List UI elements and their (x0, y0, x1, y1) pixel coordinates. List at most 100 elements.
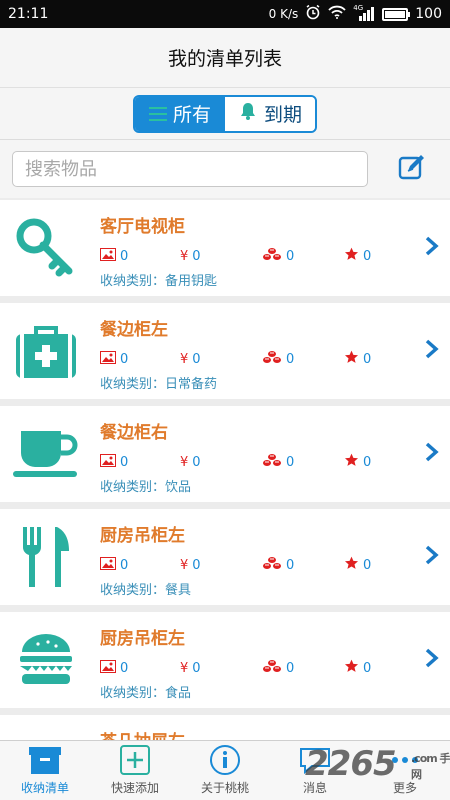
list-item[interactable]: 厨房吊柜左 0 ¥0 0 0 收纳类别：食品 (0, 612, 450, 708)
item-category: 收纳类别：日常备药 (100, 373, 217, 392)
category-prefix: 收纳类别： (100, 583, 166, 598)
list-item[interactable]: 餐边柜左 0 ¥0 0 0 收纳类别：日常备药 (0, 303, 450, 399)
star-icon (344, 556, 359, 574)
image-count-value: 0 (120, 454, 129, 470)
item-category: 收纳类别：饮品 (100, 476, 191, 495)
search-bar (0, 140, 450, 198)
image-count: 0 (100, 247, 129, 265)
star-count-value: 0 (363, 557, 372, 573)
page-title: 我的清单列表 (167, 48, 282, 70)
tab-about[interactable]: 关于桃桃 (180, 741, 270, 800)
price-value: 0 (192, 660, 201, 676)
category-prefix: 收纳类别： (100, 480, 166, 495)
coin-count-value: 0 (286, 248, 295, 264)
plus-icon (118, 743, 152, 777)
first-aid-kit-icon (12, 317, 80, 385)
item-stats: 0 ¥0 0 0 (100, 247, 390, 265)
tab-quick-add[interactable]: 快速添加 (90, 741, 180, 800)
image-icon (100, 453, 116, 471)
key-icon (12, 214, 80, 282)
edit-icon (397, 152, 427, 186)
battery-level (385, 10, 406, 18)
yen-icon: ¥ (180, 557, 189, 573)
price: ¥0 (180, 454, 201, 470)
star-count: 0 (344, 247, 372, 265)
list-item[interactable]: 餐边柜右 0 ¥0 0 0 收纳类别：饮品 (0, 406, 450, 502)
burger-icon (12, 626, 80, 694)
image-count-value: 0 (120, 351, 129, 367)
image-count: 0 (100, 453, 129, 471)
coins-icon (262, 350, 282, 368)
price-value: 0 (192, 351, 201, 367)
filter-all-button[interactable]: 所有 (135, 96, 225, 131)
price-value: 0 (192, 248, 201, 264)
tab-storage-list[interactable]: 收纳清单 (0, 741, 90, 800)
item-category: 收纳类别：备用钥匙 (100, 270, 217, 289)
list-item[interactable]: 客厅电视柜 0 ¥0 0 0 收纳类别：备用钥匙 (0, 200, 450, 296)
star-count-value: 0 (363, 248, 372, 264)
category-prefix: 收纳类别： (100, 274, 166, 289)
image-count: 0 (100, 556, 129, 574)
coin-count: 0 (262, 660, 294, 676)
star-count: 0 (344, 659, 372, 677)
item-stats: 0 ¥0 0 0 (100, 350, 390, 368)
filter-due-button[interactable]: 到期 (225, 96, 315, 131)
chevron-right-icon[interactable] (424, 339, 440, 359)
cell-signal-icon: 4G (353, 4, 375, 21)
coins-icon (262, 453, 282, 471)
item-title: 厨房吊柜左 (100, 526, 185, 546)
price: ¥0 (180, 351, 201, 367)
teacup-icon (12, 420, 80, 488)
item-title: 餐边柜右 (100, 423, 168, 443)
item-title: 厨房吊柜左 (100, 629, 185, 649)
coin-count-value: 0 (286, 454, 295, 470)
coin-count-value: 0 (286, 351, 295, 367)
status-icons: 0 K/s 4G 100 (269, 4, 442, 24)
coin-count: 0 (262, 557, 294, 573)
price: ¥0 (180, 660, 201, 676)
star-icon (344, 350, 359, 368)
item-title: 茶几抽屉左 (100, 727, 185, 740)
chevron-right-icon[interactable] (424, 545, 440, 565)
category-value: 备用钥匙 (165, 274, 218, 289)
list-icon (148, 106, 167, 121)
chevron-right-icon[interactable] (424, 442, 440, 462)
bell-icon (238, 101, 258, 126)
status-time: 21:11 (8, 6, 49, 22)
star-icon (344, 247, 359, 265)
coins-icon (262, 247, 282, 265)
star-count: 0 (344, 453, 371, 470)
edit-button[interactable] (396, 153, 428, 185)
chevron-right-icon[interactable] (424, 236, 440, 256)
category-prefix: 收纳类别： (100, 377, 166, 392)
category-value: 餐具 (165, 583, 192, 598)
price-value: 0 (192, 557, 201, 573)
image-count-value: 0 (120, 248, 129, 264)
image-icon (100, 556, 116, 574)
coins-icon (262, 556, 282, 574)
coins-icon (262, 659, 282, 677)
battery-icon (382, 7, 411, 21)
category-value: 日常备药 (165, 377, 218, 392)
star-count-value: 0 (363, 660, 372, 676)
search-input[interactable] (12, 151, 368, 187)
list-item[interactable]: 茶几抽屉左 (0, 715, 450, 740)
image-icon (100, 247, 116, 265)
star-count: 0 (344, 556, 372, 574)
chevron-right-icon[interactable] (424, 648, 440, 668)
image-count: 0 (100, 659, 128, 676)
list-item[interactable]: 厨房吊柜左 0 ¥0 0 0 收纳类别：餐具 (0, 509, 450, 605)
coin-count: 0 (262, 454, 294, 470)
coin-count: 0 (262, 248, 294, 264)
header: 我的清单列表 (0, 28, 450, 88)
net-speed: 0 K/s (268, 7, 299, 21)
price-value: 0 (192, 454, 201, 470)
status-bar: 21:11 0 K/s 4G 100 (0, 0, 450, 28)
image-count-value: 0 (120, 557, 129, 573)
tab-label: 关于桃桃 (200, 781, 249, 795)
star-icon (344, 659, 359, 677)
info-icon (208, 743, 242, 777)
yen-icon: ¥ (180, 351, 189, 367)
category-prefix: 收纳类别： (100, 686, 166, 701)
coin-count-value: 0 (286, 557, 295, 573)
